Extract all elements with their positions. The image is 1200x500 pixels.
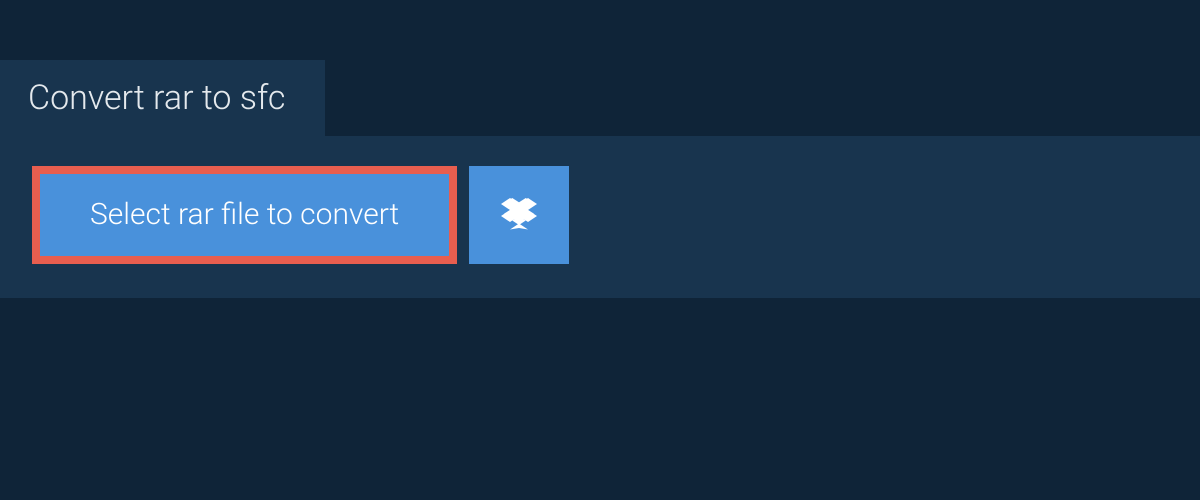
button-row: Select rar file to convert <box>32 166 1168 264</box>
page-title-tab: Convert rar to sfc <box>0 60 325 136</box>
page-title: Convert rar to sfc <box>28 78 285 118</box>
dropbox-button[interactable] <box>469 166 569 264</box>
select-file-label: Select rar file to convert <box>90 200 399 230</box>
select-file-button[interactable]: Select rar file to convert <box>32 166 457 264</box>
dropbox-icon <box>501 195 537 235</box>
convert-panel: Select rar file to convert <box>0 136 1200 298</box>
